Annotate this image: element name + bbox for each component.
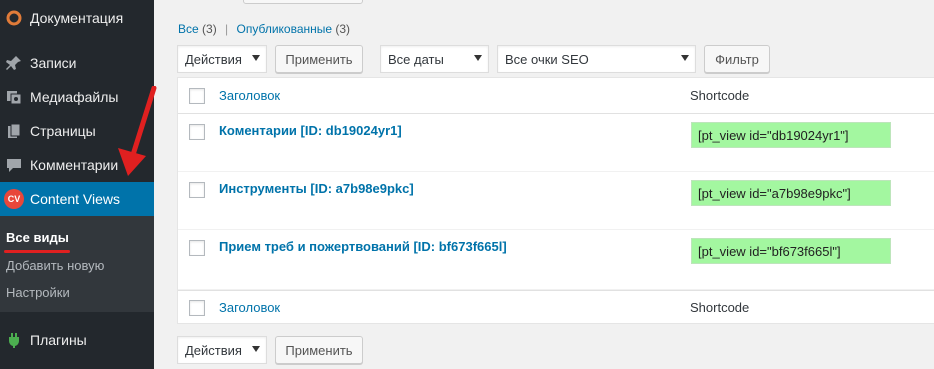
- pages-icon: [4, 121, 24, 141]
- shortcode-field[interactable]: [pt_view id="bf673f665l"]: [691, 238, 891, 264]
- menu-item-plugins[interactable]: Плагины: [0, 323, 154, 357]
- view-filters: Все (3) | Опубликованные (3): [178, 22, 350, 36]
- plugins-icon: [4, 330, 24, 350]
- top-partial-button[interactable]: [243, 0, 363, 4]
- table-header-row: Заголовок Shortcode: [178, 78, 934, 114]
- view-all-link[interactable]: Все: [178, 22, 199, 36]
- annotation-underline: [4, 250, 70, 253]
- bulk-action-bottom-value: Действия: [185, 342, 242, 358]
- footer-shortcode: Shortcode: [690, 300, 750, 315]
- bulk-action-select[interactable]: Действия: [177, 45, 267, 73]
- row-checkbox[interactable]: [189, 124, 205, 140]
- chevron-down-icon: [474, 55, 482, 61]
- annotation-arrow-icon: [118, 86, 157, 176]
- view-published-link[interactable]: Опубликованные: [237, 22, 333, 36]
- table-row: Коментарии [ID: db19024yr1] [pt_view id=…: [178, 114, 934, 172]
- submenu-all-views[interactable]: Все виды: [6, 230, 69, 245]
- menu-label-media: Медиафайлы: [30, 89, 119, 105]
- chevron-down-icon: [252, 55, 260, 61]
- chevron-down-icon: [681, 55, 689, 61]
- comments-icon: [4, 155, 24, 175]
- footer-title[interactable]: Заголовок: [219, 300, 280, 315]
- header-shortcode: Shortcode: [690, 88, 750, 103]
- bulk-action-select-bottom[interactable]: Действия: [177, 336, 267, 364]
- menu-label-docs: Документация: [30, 10, 124, 26]
- seo-filter-select[interactable]: Все очки SEO: [497, 45, 696, 73]
- media-icon: [4, 87, 24, 107]
- shortcode-field[interactable]: [pt_view id="a7b98e9pkc"]: [691, 180, 891, 206]
- seo-filter-value: Все очки SEO: [505, 51, 589, 67]
- apply-button[interactable]: Применить: [275, 45, 363, 73]
- content-views-submenu: Все виды Добавить новую Настройки: [0, 216, 154, 312]
- table-footer-row: Заголовок Shortcode: [178, 290, 934, 325]
- view-all-count: (3): [202, 22, 217, 36]
- menu-item-docs[interactable]: Документация: [0, 1, 154, 35]
- date-filter-select[interactable]: Все даты: [380, 45, 489, 73]
- cv-badge-text: CV: [4, 189, 24, 209]
- row-checkbox[interactable]: [189, 240, 205, 256]
- pin-icon: [4, 53, 24, 73]
- menu-label-comments: Комментарии: [30, 157, 119, 173]
- select-all-checkbox[interactable]: [189, 88, 205, 104]
- cv-badge-icon: CV: [4, 189, 24, 209]
- submenu-settings[interactable]: Настройки: [6, 285, 70, 300]
- view-separator: |: [225, 22, 229, 36]
- row-title-link[interactable]: Прием треб и пожертвований [ID: bf673f66…: [219, 239, 507, 254]
- admin-sidebar: Документация Записи Медиафайлы Страницы …: [0, 0, 154, 369]
- view-published-count: (3): [335, 22, 351, 36]
- date-filter-value: Все даты: [388, 51, 444, 67]
- row-title-link[interactable]: Инструменты [ID: a7b98e9pkc]: [219, 181, 414, 196]
- row-checkbox[interactable]: [189, 182, 205, 198]
- menu-label-content-views: Content Views: [30, 191, 121, 207]
- filter-button[interactable]: Фильтр: [704, 45, 770, 73]
- menu-label-posts: Записи: [30, 55, 77, 71]
- docs-logo-icon: [4, 8, 24, 28]
- bulk-action-value: Действия: [185, 51, 242, 67]
- menu-item-content-views[interactable]: CV Content Views: [0, 182, 154, 216]
- row-title-link[interactable]: Коментарии [ID: db19024yr1]: [219, 123, 402, 138]
- menu-item-posts[interactable]: Записи: [0, 46, 154, 80]
- shortcode-field[interactable]: [pt_view id="db19024yr1"]: [691, 122, 891, 148]
- table-row: Прием треб и пожертвований [ID: bf673f66…: [178, 230, 934, 290]
- submenu-add-new[interactable]: Добавить новую: [6, 258, 104, 273]
- menu-label-pages: Страницы: [30, 123, 96, 139]
- select-all-checkbox-footer[interactable]: [189, 300, 205, 316]
- chevron-down-icon: [252, 346, 260, 352]
- menu-label-plugins: Плагины: [30, 332, 87, 348]
- header-title[interactable]: Заголовок: [219, 88, 280, 103]
- apply-button-bottom[interactable]: Применить: [275, 336, 363, 364]
- views-table: Заголовок Shortcode Коментарии [ID: db19…: [177, 77, 934, 324]
- table-row: Инструменты [ID: a7b98e9pkc] [pt_view id…: [178, 172, 934, 230]
